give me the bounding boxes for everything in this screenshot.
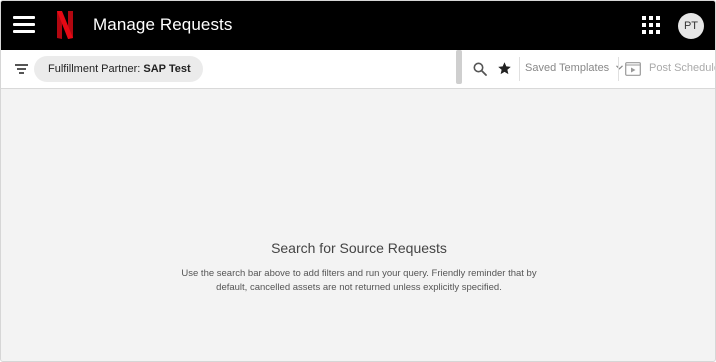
post-schedule-button[interactable]: Post Schedule <box>649 62 715 74</box>
saved-templates-label: Saved Templates <box>525 62 610 74</box>
search-icon[interactable] <box>473 62 487 76</box>
filter-chip-label: Fulfillment Partner: <box>48 63 141 75</box>
saved-templates-dropdown[interactable]: Saved Templates <box>525 62 624 74</box>
toolbar-divider <box>519 57 520 81</box>
page-title: Manage Requests <box>93 15 233 34</box>
toolbar-divider <box>618 57 619 81</box>
hamburger-menu-icon[interactable] <box>13 16 35 34</box>
apps-grid-icon[interactable] <box>642 16 660 34</box>
search-bar-resize-handle[interactable] <box>456 50 462 84</box>
filter-bar: Fulfillment Partner: SAP Test Saved Temp… <box>1 50 715 89</box>
play-schedule-icon <box>625 62 641 76</box>
top-app-bar: Manage Requests PT <box>1 1 715 50</box>
netflix-logo[interactable] <box>56 11 74 39</box>
app-window: Manage Requests PT Fulfillment Partner: … <box>0 0 716 362</box>
filter-chip-fulfillment-partner[interactable]: Fulfillment Partner: SAP Test <box>34 56 203 82</box>
empty-state-message: Use the search bar above to add filters … <box>181 268 537 293</box>
user-avatar[interactable]: PT <box>678 13 704 39</box>
filter-list-icon[interactable] <box>15 64 28 74</box>
filter-chip-value: SAP Test <box>143 63 191 75</box>
empty-state-title: Search for Source Requests <box>271 240 447 256</box>
star-icon[interactable] <box>497 61 512 76</box>
